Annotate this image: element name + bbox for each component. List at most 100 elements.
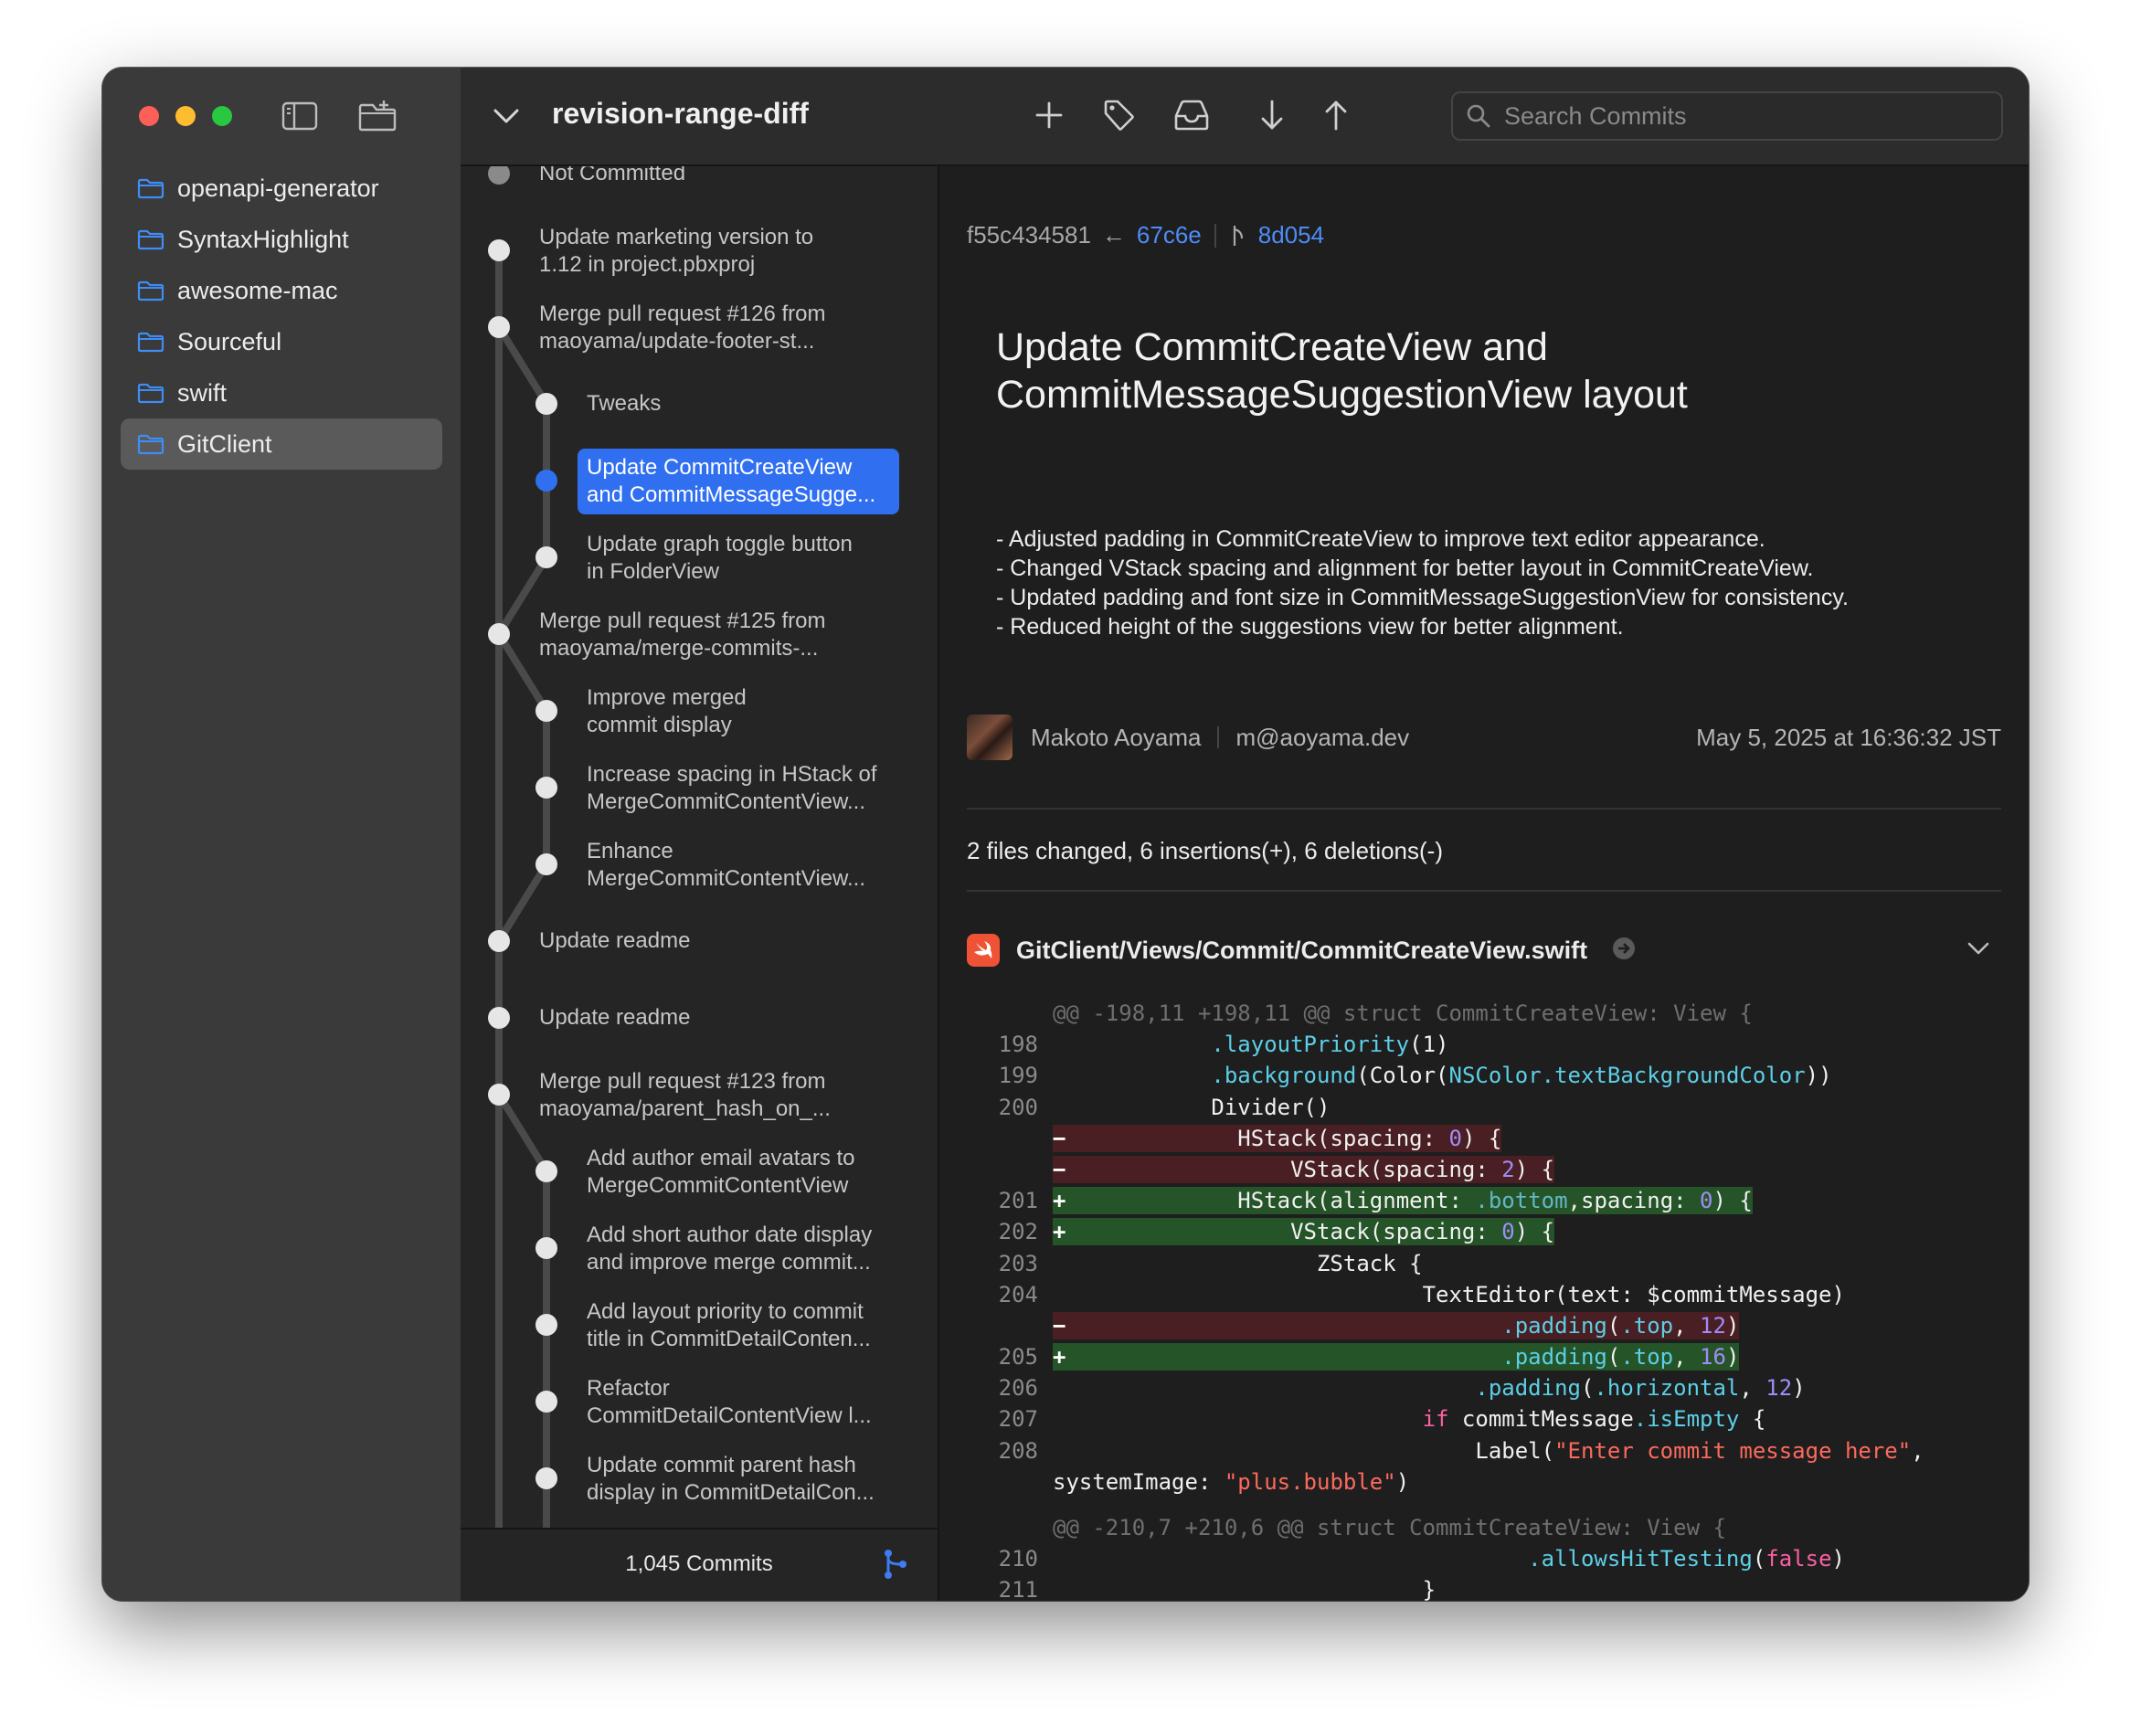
chevron-down-icon	[493, 109, 519, 123]
commit-message-line: title in CommitDetailConten...	[587, 1327, 871, 1351]
commit-row[interactable]: Update readme	[539, 927, 905, 955]
commit-hash[interactable]: f55c434581	[967, 221, 1091, 249]
commit-row[interactable]: Tweaks	[587, 390, 906, 418]
commit-node	[535, 1237, 557, 1259]
file-header[interactable]: GitClient/Views/Commit/CommitCreateView.…	[967, 932, 2001, 969]
add-folder-button[interactable]	[356, 99, 397, 133]
sidebar-item-label: awesome-mac	[177, 276, 338, 304]
folder-icon	[137, 281, 164, 302]
search-icon	[1467, 104, 1490, 128]
divider	[967, 808, 2001, 810]
minimize-window-button[interactable]	[175, 106, 196, 126]
commit-row[interactable]: Not Committed	[539, 166, 905, 187]
close-window-button[interactable]	[139, 106, 159, 126]
push-button[interactable]	[1316, 95, 1356, 135]
sidebar-item-syntaxhighlight[interactable]: SyntaxHighlight	[121, 214, 442, 265]
folder-icon	[137, 383, 164, 404]
commit-message-line: Update commit parent hash	[587, 1453, 856, 1477]
commit-row[interactable]: Merge pull request #123 from maoyama/pare…	[539, 1068, 905, 1123]
commit-row[interactable]: Update readme	[539, 1004, 905, 1032]
folder-plus-icon	[358, 101, 397, 132]
commit-row[interactable]: Improve merged commit display	[587, 684, 906, 739]
merge-parent-hash-link[interactable]: 8d054	[1258, 221, 1324, 249]
commit-row[interactable]: Update graph toggle button in FolderView	[587, 531, 906, 586]
commit-message-line: maoyama/parent_hash_on_...	[539, 1096, 831, 1121]
commit-row[interactable]: Add layout priority to commit title in Co…	[587, 1298, 906, 1353]
commit-message-line: maoyama/merge-commits-...	[539, 636, 819, 661]
code-text: }	[1053, 1574, 1436, 1601]
tag-button[interactable]	[1098, 95, 1139, 135]
insertion-marker: +	[1053, 1344, 1066, 1371]
branch-menu-button[interactable]	[492, 102, 521, 134]
code-token: ))	[1805, 1063, 1832, 1089]
commit-row[interactable]: Add author email avatars to MergeCommitCo…	[587, 1145, 906, 1200]
divider	[967, 890, 2001, 892]
zoom-window-button[interactable]	[212, 106, 232, 126]
author-name: Makoto Aoyama	[1031, 723, 1202, 751]
line-number: 206	[998, 1375, 1038, 1402]
open-file-button[interactable]	[1611, 936, 1637, 966]
sidebar-item-sourceful[interactable]: Sourceful	[121, 316, 442, 367]
code-token: ) {	[1712, 1188, 1753, 1214]
line-number: 203	[998, 1250, 1038, 1276]
branch-graph-icon	[885, 1550, 906, 1579]
window-controls	[139, 106, 232, 126]
diff-line	[967, 1494, 2001, 1512]
code-token: (	[1580, 1375, 1595, 1402]
sidebar-item-awesome-mac[interactable]: awesome-mac	[121, 265, 442, 316]
code-text: @@ -210,7 +210,6 @@ struct CommitCreateV…	[1053, 1512, 1726, 1543]
commit-detail: f55c434581 ← 67c6e 8d054 Update CommitCr…	[939, 166, 2029, 1601]
code-token: HStack(alignment:	[1078, 1188, 1476, 1214]
commit-list: Not Committed Update marketing version to…	[461, 166, 939, 1601]
commit-row[interactable]: Update commit parent hash display in Comm…	[587, 1452, 906, 1507]
commit-row[interactable]: Add short author date display and improve…	[587, 1222, 906, 1276]
commit-row[interactable]: Update marketing version to 1.12 in proje…	[539, 224, 905, 279]
sidebar-item-openapi-generator[interactable]: openapi-generator	[121, 163, 442, 214]
tray-icon	[1174, 100, 1209, 131]
diff-line: 207 if commitMessage.isEmpty {	[967, 1403, 2001, 1434]
commit-node	[535, 470, 557, 492]
sidebar-item-gitclient[interactable]: GitClient	[121, 418, 442, 470]
code-token: HStack(spacing:	[1078, 1125, 1449, 1151]
code-token: 0	[1448, 1125, 1462, 1151]
pull-button[interactable]	[1252, 95, 1292, 135]
commit-message-line: Tweaks	[587, 391, 662, 416]
commit-message-line: and CommitMessageSugge...	[587, 482, 876, 507]
graph-toggle-button[interactable]	[881, 1548, 910, 1585]
commit-message-line: display in CommitDetailCon...	[587, 1480, 875, 1505]
line-number: 198	[998, 1032, 1038, 1058]
commit-node	[535, 777, 557, 799]
code-token: .top	[1620, 1344, 1674, 1371]
add-button[interactable]	[1029, 95, 1069, 135]
code-token: ) {	[1461, 1125, 1502, 1151]
sidebar-item-swift[interactable]: swift	[121, 367, 442, 418]
commit-row[interactable]: Refactor CommitDetailContentView l...	[587, 1375, 906, 1430]
tag-icon	[1104, 100, 1134, 131]
collapse-file-button[interactable]	[1967, 939, 1990, 962]
code-token: 12	[1700, 1312, 1726, 1339]
toggle-sidebar-button[interactable]	[280, 99, 320, 133]
search-field[interactable]	[1451, 91, 2003, 141]
sidebar-item-label: Sourceful	[177, 327, 282, 355]
folder-icon	[137, 178, 164, 199]
code-token: "Enter commit message here"	[1554, 1437, 1912, 1464]
code-token: VStack(spacing:	[1078, 1156, 1502, 1182]
code-token: .padding	[1475, 1375, 1581, 1402]
commit-row[interactable]: Merge pull request #126 from maoyama/upda…	[539, 301, 905, 355]
parent-arrow: ←	[1101, 221, 1126, 249]
commit-message-line: MergeCommitContentView...	[587, 866, 866, 891]
diff-line: HStack(spacing: 0) {−	[967, 1123, 2001, 1154]
sidebar-item-label: SyntaxHighlight	[177, 225, 349, 253]
commit-row[interactable]: Merge pull request #125 from maoyama/merg…	[539, 608, 905, 662]
branch-name[interactable]: revision-range-diff	[552, 95, 809, 132]
sidebar-item-label: openapi-generator	[177, 174, 379, 202]
commit-row[interactable]: Update CommitCreateView and CommitMessage…	[578, 449, 899, 514]
commit-row[interactable]: Increase spacing in HStack of MergeCommit…	[587, 761, 906, 816]
commit-row[interactable]: Enhance MergeCommitContentView...	[587, 838, 906, 893]
parent-hash-link[interactable]: 67c6e	[1137, 221, 1202, 249]
search-input[interactable]	[1502, 101, 1981, 132]
code-token: .isEmpty	[1633, 1406, 1740, 1433]
stash-button[interactable]	[1172, 95, 1212, 135]
